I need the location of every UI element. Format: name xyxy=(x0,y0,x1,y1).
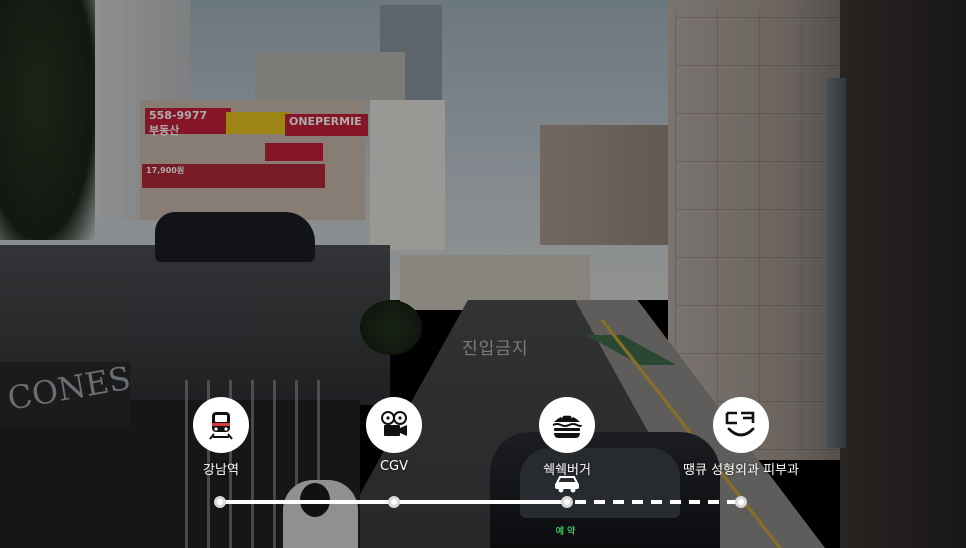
car-icon xyxy=(555,476,579,493)
stop-thankyou-clinic-button[interactable] xyxy=(713,397,769,453)
stop-gangnam-button[interactable] xyxy=(193,397,249,453)
film-projector-icon xyxy=(381,411,407,436)
stop-label-thankyou-clinic: 땡큐 성형외과 피부과 xyxy=(683,463,799,478)
stop-dot-shakeshack[interactable] xyxy=(561,496,573,508)
stop-label-gangnam: 강남역 xyxy=(203,463,239,478)
stop-dot-gangnam[interactable] xyxy=(214,496,226,508)
smile-logo-icon xyxy=(725,411,755,437)
stop-cgv-button[interactable] xyxy=(366,397,422,453)
stop-shakeshack-button[interactable] xyxy=(539,397,595,453)
burger-icon xyxy=(552,414,582,438)
train-icon xyxy=(209,412,233,440)
stop-label-cgv: CGV xyxy=(379,459,409,474)
street-scene: 558-9977 부동산 ONEPERMIE 17,900원 진입금지 CONES xyxy=(0,0,966,548)
darken-overlay xyxy=(0,0,966,548)
stop-dot-thankyou-clinic[interactable] xyxy=(735,496,747,508)
reservation-status: 예약 xyxy=(555,527,579,537)
route-track-remaining xyxy=(575,500,743,504)
stop-dot-cgv[interactable] xyxy=(388,496,400,508)
